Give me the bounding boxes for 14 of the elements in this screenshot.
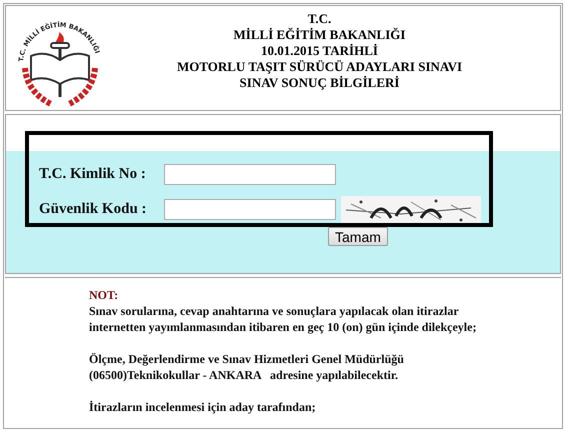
submit-button[interactable]: Tamam bbox=[328, 227, 388, 246]
input-field[interactable] bbox=[164, 164, 336, 185]
header-title-line: SINAV SONUÇ BİLGİLERİ bbox=[240, 75, 400, 91]
field-label: Güvenlik Kodu : bbox=[39, 201, 148, 218]
header-title-line: MİLLİ EĞİTİM BAKANLIĞI bbox=[234, 27, 406, 43]
field-label: T.C. Kimlik No : bbox=[39, 166, 147, 183]
header-title-line: MOTORLU TAŞIT SÜRÜCÜ ADAYLARI SINAVI bbox=[176, 59, 462, 75]
header-title-line: T.C. bbox=[308, 11, 332, 27]
note-paragraph: Sınav sorularına, cevap anahtarına ve sonuçlara yapılacak olan itirazlar internetten yayımlanmasından itibaren en geç 10 (on) gün içinde dilekçeyle; bbox=[89, 303, 478, 335]
note-paragraph: Ölçme, Değerlendirme ve Sınav Hizmetleri Genel Müdürlüğü (06500)Teknikokullar - ANKARA adresine yapılabilecektir. bbox=[89, 351, 405, 383]
note-paragraph: İtirazların incelenmesi için aday tarafından; bbox=[89, 399, 317, 415]
header-title-line: 10.01.2015 TARİHLİ bbox=[261, 43, 378, 59]
input-field[interactable] bbox=[164, 199, 336, 220]
note-title: NOT: bbox=[89, 287, 120, 303]
